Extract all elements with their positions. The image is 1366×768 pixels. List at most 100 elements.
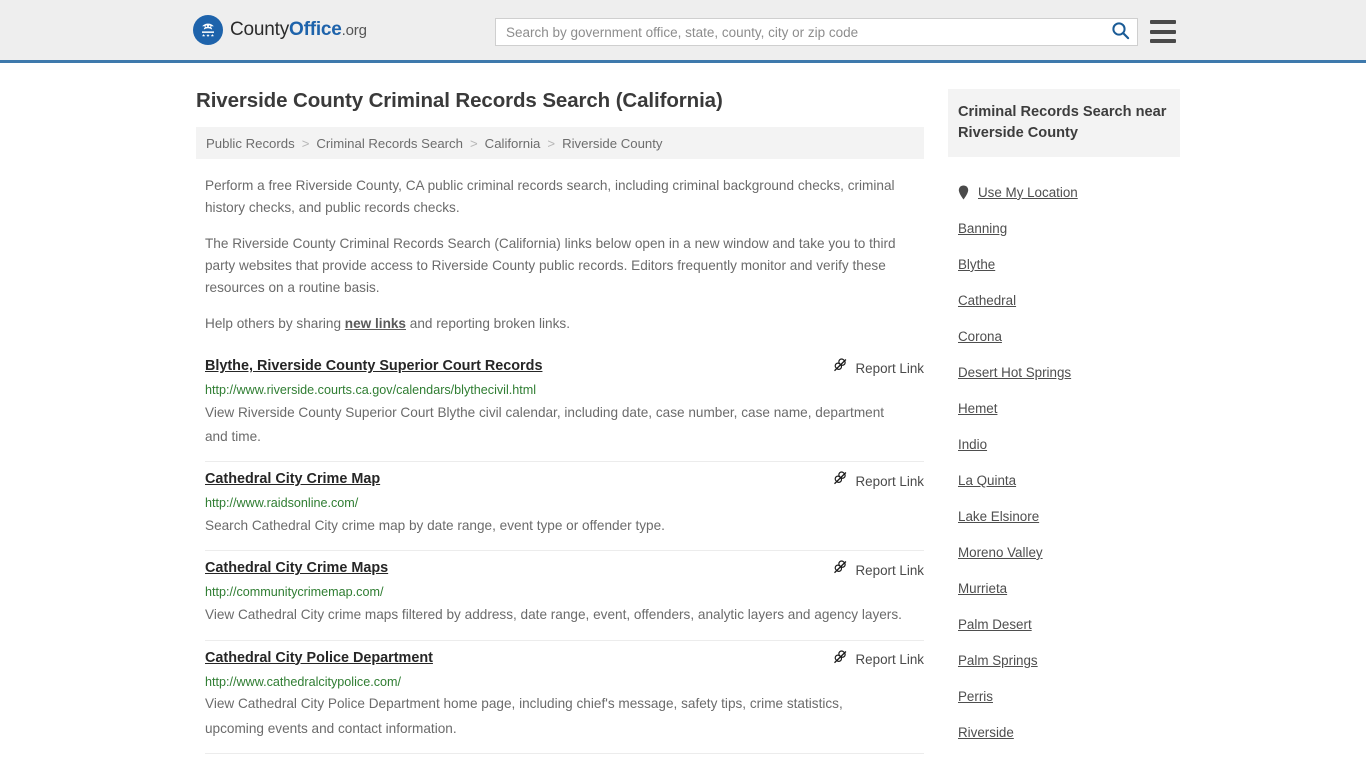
result-url[interactable]: http://communitycrimemap.com/ [205, 583, 924, 602]
result-item: Cathedral City Police Department Report … [205, 641, 924, 754]
sidebar-item-desert-hot-springs[interactable]: Desert Hot Springs [948, 354, 1180, 390]
sidebar-city-link[interactable]: Palm Desert [958, 617, 1032, 632]
site-header: CountyOffice.org [0, 0, 1366, 63]
new-links-link[interactable]: new links [345, 316, 406, 331]
sidebar-city-link[interactable]: Blythe [958, 257, 995, 272]
location-pin-icon [958, 185, 969, 200]
hamburger-menu-icon[interactable] [1150, 20, 1176, 43]
result-description: View Cathedral City Police Department ho… [205, 696, 843, 736]
breadcrumb-item-california[interactable]: California [485, 136, 541, 151]
report-link-button[interactable]: Report Link [833, 469, 924, 491]
breadcrumb-separator: > [301, 135, 310, 151]
search-button[interactable] [1103, 19, 1137, 45]
sidebar-city-link[interactable]: Desert Hot Springs [958, 365, 1071, 380]
hamburger-bar [1150, 39, 1176, 43]
main-column: Riverside County Criminal Records Search… [196, 63, 924, 754]
sidebar-city-link[interactable]: Lake Elsinore [958, 509, 1039, 524]
report-link-button[interactable]: Report Link [833, 356, 924, 378]
breadcrumb-item-criminal-records-search[interactable]: Criminal Records Search [316, 136, 463, 151]
result-url[interactable]: http://www.raidsonline.com/ [205, 494, 924, 513]
sidebar: Criminal Records Search near Riverside C… [948, 63, 1180, 754]
breadcrumb-separator: > [547, 135, 556, 151]
report-link-button[interactable]: Report Link [833, 648, 924, 670]
result-item: Blythe, Riverside County Superior Court … [205, 349, 924, 463]
result-url[interactable]: http://www.cathedralcitypolice.com/ [205, 673, 924, 692]
report-link-label: Report Link [855, 360, 924, 376]
sidebar-item-blythe[interactable]: Blythe [948, 246, 1180, 282]
broken-link-icon [833, 560, 848, 580]
sidebar-city-link[interactable]: Hemet [958, 401, 997, 416]
sidebar-city-link[interactable]: La Quinta [958, 473, 1016, 488]
intro-paragraph-1: Perform a free Riverside County, CA publ… [196, 175, 924, 219]
sidebar-item-lake-elsinore[interactable]: Lake Elsinore [948, 498, 1180, 534]
sidebar-item-corona[interactable]: Corona [948, 318, 1180, 354]
sidebar-item-cathedral[interactable]: Cathedral [948, 282, 1180, 318]
result-title-link[interactable]: Cathedral City Crime Map [205, 469, 380, 491]
sidebar-item-banning[interactable]: Banning [948, 210, 1180, 246]
result-header: Blythe, Riverside County Superior Court … [205, 356, 924, 378]
breadcrumb-separator: > [469, 135, 478, 151]
sidebar-item-palm-desert[interactable]: Palm Desert [948, 606, 1180, 642]
broken-link-icon [833, 358, 848, 378]
result-header: Cathedral City Crime Maps Report Link [205, 558, 924, 580]
intro-text: Help others by sharing [205, 316, 345, 332]
report-link-label: Report Link [855, 473, 924, 489]
sidebar-city-link[interactable]: Corona [958, 329, 1002, 344]
sidebar-city-link[interactable]: Cathedral [958, 293, 1016, 308]
sidebar-item-moreno-valley[interactable]: Moreno Valley [948, 534, 1180, 570]
breadcrumb-item-public-records[interactable]: Public Records [206, 136, 295, 151]
site-logo[interactable]: CountyOffice.org [193, 15, 367, 45]
result-description: View Cathedral City crime maps filtered … [205, 607, 902, 623]
report-link-button[interactable]: Report Link [833, 558, 924, 580]
site-logo-text: CountyOffice.org [230, 19, 367, 41]
broken-link-icon [833, 649, 848, 670]
sidebar-item-la-quinta[interactable]: La Quinta [948, 462, 1180, 498]
sidebar-item-murrieta[interactable]: Murrieta [948, 570, 1180, 606]
use-my-location-label[interactable]: Use My Location [978, 185, 1078, 200]
result-description: Search Cathedral City crime map by date … [205, 518, 665, 534]
result-title-link[interactable]: Cathedral City Police Department [205, 648, 433, 670]
sidebar-city-link[interactable]: Banning [958, 221, 1007, 236]
sidebar-item-hemet[interactable]: Hemet [948, 390, 1180, 426]
search-input[interactable] [496, 19, 1103, 45]
sidebar-city-link[interactable]: Palm Springs [958, 653, 1038, 668]
breadcrumb: Public Records > Criminal Records Search… [196, 127, 924, 159]
sidebar-item-perris[interactable]: Perris [948, 678, 1180, 714]
result-url[interactable]: http://www.riverside.courts.ca.gov/calen… [205, 381, 924, 400]
search-bar [495, 18, 1138, 46]
page-container: Riverside County Criminal Records Search… [0, 63, 1366, 754]
sidebar-city-link[interactable]: Riverside [958, 725, 1014, 740]
result-title-link[interactable]: Blythe, Riverside County Superior Court … [205, 356, 542, 378]
sidebar-city-link[interactable]: Moreno Valley [958, 545, 1043, 560]
sidebar-city-link[interactable]: Murrieta [958, 581, 1007, 596]
report-link-label: Report Link [855, 562, 924, 578]
hamburger-bar [1150, 29, 1176, 34]
report-link-label: Report Link [855, 652, 924, 668]
broken-link-icon [833, 471, 848, 491]
result-item: Cathedral City Crime Map Report Link htt… [205, 462, 924, 552]
intro-text: and reporting broken links. [406, 316, 570, 332]
sidebar-item-palm-springs[interactable]: Palm Springs [948, 642, 1180, 678]
result-title-link[interactable]: Cathedral City Crime Maps [205, 558, 388, 580]
sidebar-city-list: Use My Location Banning Blythe Cathedral… [948, 174, 1180, 750]
results-list: Blythe, Riverside County Superior Court … [196, 349, 924, 754]
intro-text: Perform a free Riverside County, CA publ… [205, 178, 895, 216]
logo-text-tld: .org [341, 22, 367, 39]
content-row: Riverside County Criminal Records Search… [196, 63, 1180, 754]
logo-text-office: Office [289, 19, 342, 40]
result-header: Cathedral City Police Department Report … [205, 648, 924, 670]
intro-text: The Riverside County Criminal Records Se… [205, 236, 896, 296]
intro-paragraph-3: Help others by sharing new links and rep… [196, 313, 924, 335]
result-header: Cathedral City Crime Map Report Link [205, 469, 924, 491]
sidebar-item-indio[interactable]: Indio [948, 426, 1180, 462]
sidebar-item-riverside[interactable]: Riverside [948, 714, 1180, 750]
sidebar-item-use-my-location[interactable]: Use My Location [948, 174, 1180, 210]
breadcrumb-item-riverside-county[interactable]: Riverside County [562, 136, 662, 151]
sidebar-city-link[interactable]: Indio [958, 437, 987, 452]
sidebar-heading: Criminal Records Search near Riverside C… [948, 89, 1180, 158]
eagle-seal-icon [193, 15, 223, 45]
search-icon [1111, 21, 1130, 43]
logo-text-county: County [230, 19, 290, 40]
hamburger-bar [1150, 20, 1176, 24]
sidebar-city-link[interactable]: Perris [958, 689, 993, 704]
